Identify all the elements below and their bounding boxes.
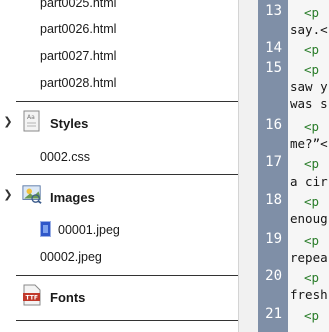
code-tag: <p [304,5,320,20]
code-tag: <p [304,308,320,323]
code-text: saw y [290,79,328,94]
book-browser: part0025.html part0026.html part0027.htm… [0,0,238,332]
file-item-css[interactable]: 0002.css [40,150,90,164]
line-number: 18 [265,192,282,208]
line-number: 20 [265,268,282,284]
code-text: say.< [290,22,328,37]
panel-splitter[interactable] [238,0,258,332]
separator [16,174,238,175]
chevron-down-icon[interactable]: ❯ [2,189,14,201]
category-fonts[interactable]: TTF Fonts [0,284,238,314]
code-tag: <p [304,42,320,57]
file-item-00002-jpeg[interactable]: 00002.jpeg [40,250,102,264]
images-icon [22,185,42,204]
code-text: a cir [290,174,328,189]
font-file-icon: TTF [23,284,41,306]
code-tag: <p [304,270,320,285]
stylesheet-icon: Aa [23,110,40,132]
line-number: 16 [265,117,282,133]
separator [16,320,238,321]
jpeg-thumbnail-icon [40,221,51,237]
file-item-part0028[interactable]: part0028.html [40,76,116,90]
file-item-part0027[interactable]: part0027.html [40,49,116,63]
svg-text:Aa: Aa [27,114,35,121]
line-number: 21 [265,306,282,322]
line-number: 15 [265,60,282,76]
code-text: fresh [290,287,328,302]
code-text: me?”< [290,136,328,151]
line-number: 13 [265,3,282,19]
svg-text:TTF: TTF [26,295,38,302]
code-tag: <p [304,156,320,171]
code-tag: <p [304,233,320,248]
category-label-styles: Styles [50,116,89,131]
line-number: 14 [265,40,282,56]
line-number: 19 [265,231,282,247]
code-tag: <p [304,62,320,77]
category-label-fonts: Fonts [50,290,86,305]
file-item-part0026[interactable]: part0026.html [40,22,116,36]
category-styles[interactable]: ❯ Aa Styles [0,110,238,140]
code-text: was s [290,96,328,111]
code-tag: <p [304,194,320,209]
code-tag: <p [304,119,320,134]
separator [16,275,238,276]
separator [16,101,238,102]
code-text: repea [290,250,328,265]
file-item-00001-jpeg[interactable]: 00001.jpeg [58,223,120,237]
code-editor[interactable]: <p say.< <p <p saw y was s <p me?”< <p a… [288,0,329,332]
category-label-images: Images [50,190,95,205]
chevron-down-icon[interactable]: ❯ [2,116,14,128]
line-number: 17 [265,154,282,170]
file-item-part0025[interactable]: part0025.html [40,0,116,10]
category-images[interactable]: ❯ Images [0,183,238,213]
code-text: enoug [290,211,328,226]
